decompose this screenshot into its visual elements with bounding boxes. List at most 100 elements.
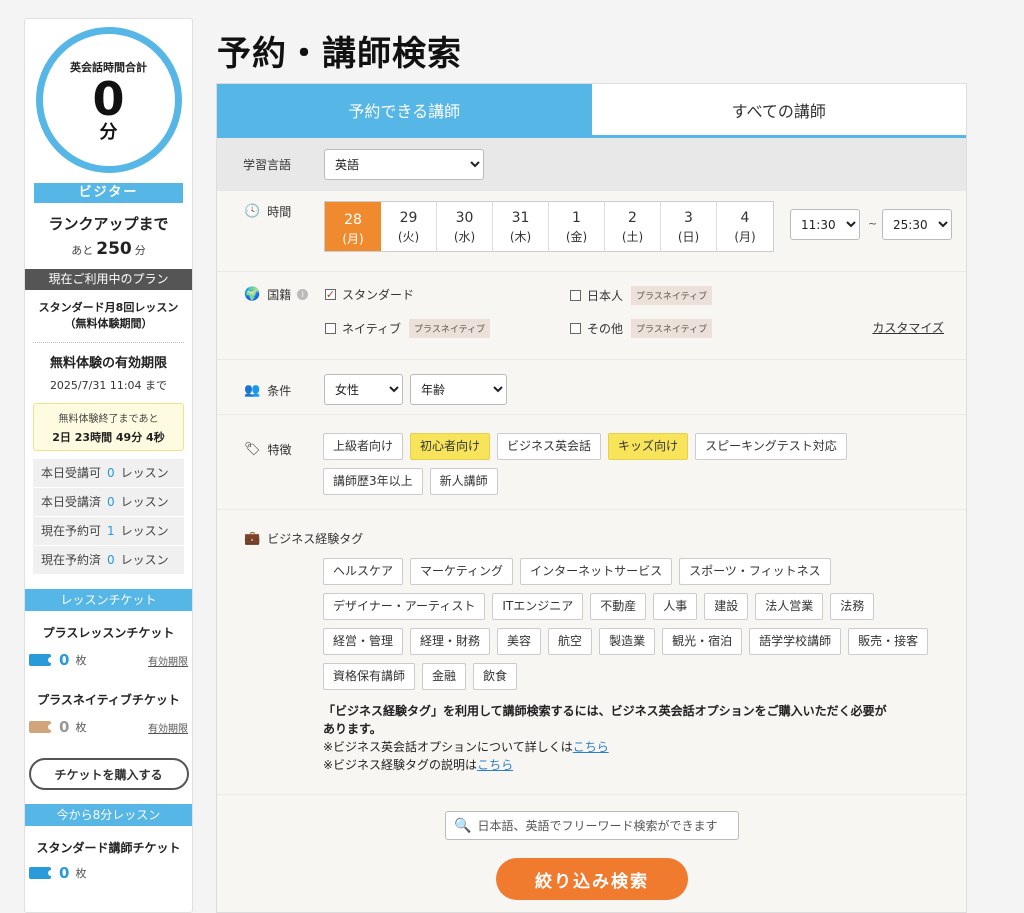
business-tag[interactable]: スポーツ・フィットネス — [679, 558, 831, 585]
time-to-select[interactable]: 25:30 — [882, 209, 952, 240]
ticket-icon — [29, 654, 54, 666]
feature-tag[interactable]: ビジネス英会話 — [497, 433, 602, 460]
checkbox-label: 日本人 — [587, 289, 624, 303]
date-day: 4 — [740, 210, 750, 226]
buy-ticket-button[interactable]: チケットを購入する — [28, 758, 189, 790]
business-tag[interactable]: 建設 — [704, 593, 749, 620]
stat-row: 本日受講可 0 レッスン — [33, 459, 184, 488]
gender-select[interactable]: 女性 — [324, 374, 403, 405]
business-tag[interactable]: ヘルスケア — [323, 558, 404, 585]
stat-label: 本日受講済 — [41, 495, 102, 509]
time-separator: ~ — [868, 217, 878, 230]
nationality-standard-checkbox[interactable]: ✓ スタンダード — [325, 286, 414, 303]
time-from-select[interactable]: 11:30 — [790, 209, 860, 240]
checkbox-icon — [570, 290, 581, 301]
nationality-native-checkbox[interactable]: ネイティブ プラスネイティブ — [325, 319, 491, 338]
business-tag[interactable]: 金融 — [422, 663, 467, 690]
briefcase-icon: 💼 — [244, 531, 261, 546]
filter-search-button[interactable]: 絞り込み検索 — [496, 858, 688, 900]
date-cell[interactable]: 28 (月) — [325, 202, 381, 251]
business-tag[interactable]: 法務 — [830, 593, 875, 620]
info-icon[interactable]: i — [297, 289, 309, 300]
nationality-japanese-checkbox[interactable]: 日本人 プラスネイティブ — [570, 286, 713, 305]
search-panel: 予約できる講師 すべての講師 学習言語 英語 🕓 時間 28 (月) 29 (火) … — [216, 83, 967, 913]
date-cell[interactable]: 30 (水) — [437, 202, 493, 251]
business-tag[interactable]: 美容 — [497, 628, 542, 655]
language-select[interactable]: 英語 — [324, 149, 484, 180]
date-cell[interactable]: 2 (土) — [605, 202, 661, 251]
note-line1: 「ビジネス経験タグ」を利用して講師検索するには、ビジネス英会話オプションをご購入… — [323, 704, 887, 718]
option-detail-link[interactable]: こちら — [573, 740, 609, 754]
plus-lesson-unit: 枚 — [75, 654, 87, 667]
business-label: ビジネス経験タグ — [267, 532, 364, 546]
countdown-value: 2日 23時間 49分 4秒 — [52, 431, 165, 444]
business-tag[interactable]: 飲食 — [473, 663, 518, 690]
feature-section: 🏷 特徴 上級者向け 初心者向け ビジネス英会話 キッズ向け スピーキングテスト対応 講師… — [217, 414, 966, 509]
plus-lesson-expiry-link[interactable]: 有効期限 — [148, 653, 188, 668]
plus-native-expiry-link[interactable]: 有効期限 — [148, 720, 188, 735]
feature-tag[interactable]: 講師歴3年以上 — [323, 468, 423, 495]
checkbox-icon — [570, 323, 581, 334]
business-tag[interactable]: 不動産 — [590, 593, 647, 620]
trial-title: 無料体験の有効期限 — [49, 356, 167, 371]
feature-tag[interactable]: スピーキングテスト対応 — [695, 433, 847, 460]
date-cell[interactable]: 31 (木) — [493, 202, 549, 251]
business-tag[interactable]: 製造業 — [599, 628, 656, 655]
note-line4: ※ビジネス経験タグの説明はこちら — [323, 756, 887, 774]
business-tag[interactable]: 経理・財務 — [410, 628, 491, 655]
feature-tag[interactable]: 上級者向け — [323, 433, 404, 460]
rankup-value: 250 — [96, 239, 132, 259]
feature-tag[interactable]: キッズ向け — [608, 433, 689, 460]
stat-unit: レッスン — [120, 524, 169, 538]
standard-ticket-count: 0 — [59, 864, 70, 882]
business-tag[interactable]: 航空 — [548, 628, 593, 655]
date-cell[interactable]: 4 (月) — [717, 202, 773, 251]
plus-native-ticket-row: 0 枚 有効期限 — [25, 718, 192, 736]
business-tag[interactable]: 法人営業 — [755, 593, 824, 620]
customize-link[interactable]: カスタマイズ — [872, 319, 944, 336]
date-cell[interactable]: 1 (金) — [549, 202, 605, 251]
business-tag[interactable]: マーケティング — [410, 558, 514, 585]
time-label: 時間 — [267, 205, 292, 219]
standard-ticket-row: 0 枚 — [25, 864, 192, 882]
business-tag[interactable]: 観光・宿泊 — [662, 628, 743, 655]
stat-row: 現在予約可 1 レッスン — [33, 517, 184, 546]
rankup-title: ランクアップまで — [48, 215, 169, 233]
tab-available-teachers[interactable]: 予約できる講師 — [217, 84, 592, 135]
ticket-header: レッスンチケット — [25, 589, 192, 611]
plus-lesson-ticket-title: プラスレッスンチケット — [42, 626, 175, 640]
date-day: 29 — [399, 210, 418, 226]
divider — [33, 342, 184, 343]
tab-all-teachers[interactable]: すべての講師 — [591, 84, 966, 135]
search-input[interactable] — [477, 818, 728, 833]
business-tag[interactable]: 語学学校講師 — [749, 628, 842, 655]
condition-label-wrap: 👥 条件 — [244, 382, 291, 399]
date-cell[interactable]: 3 (日) — [661, 202, 717, 251]
nationality-label: 国籍 — [267, 288, 292, 302]
stat-label: 現在予約可 — [41, 524, 102, 538]
feature-tag[interactable]: 初心者向け — [410, 433, 491, 460]
feature-tag[interactable]: 新人講師 — [429, 468, 498, 495]
business-tag[interactable]: 人事 — [653, 593, 698, 620]
business-tag[interactable]: 資格保有講師 — [323, 663, 416, 690]
business-tag[interactable]: ITエンジニア — [492, 593, 584, 620]
business-tag[interactable]: 経営・管理 — [323, 628, 404, 655]
trial-countdown: 無料体験終了まであと 2日 23時間 49分 4秒 — [33, 403, 184, 451]
tag-explanation-link[interactable]: こちら — [477, 758, 513, 772]
business-label-wrap: 💼 ビジネス経験タグ — [244, 530, 363, 547]
date-cell[interactable]: 29 (火) — [381, 202, 437, 251]
date-dow: (金) — [565, 230, 588, 244]
stat-value: 1 — [107, 524, 115, 538]
search-field[interactable]: 🔍 — [445, 811, 739, 840]
business-tags: ヘルスケア マーケティング インターネットサービス スポーツ・フィットネスデザイナー・… — [323, 558, 943, 698]
talk-time-ring: 英会話時間合計 0 分 — [35, 27, 182, 173]
stat-label: 本日受講可 — [41, 466, 102, 480]
nationality-other-checkbox[interactable]: その他 プラスネイティブ — [570, 319, 713, 338]
business-tag[interactable]: 販売・接客 — [848, 628, 929, 655]
business-tag[interactable]: インターネットサービス — [520, 558, 673, 585]
age-select[interactable]: 年齢 — [410, 374, 507, 405]
business-tag[interactable]: デザイナー・アーティスト — [323, 593, 486, 620]
stat-value: 0 — [107, 466, 115, 480]
countdown-label: 無料体験終了まであと — [58, 414, 159, 425]
lesson-stats: 本日受講可 0 レッスン 本日受講済 0 レッスン 現在予約可 1 レッスン 現在予約済 0 レ… — [33, 459, 184, 575]
